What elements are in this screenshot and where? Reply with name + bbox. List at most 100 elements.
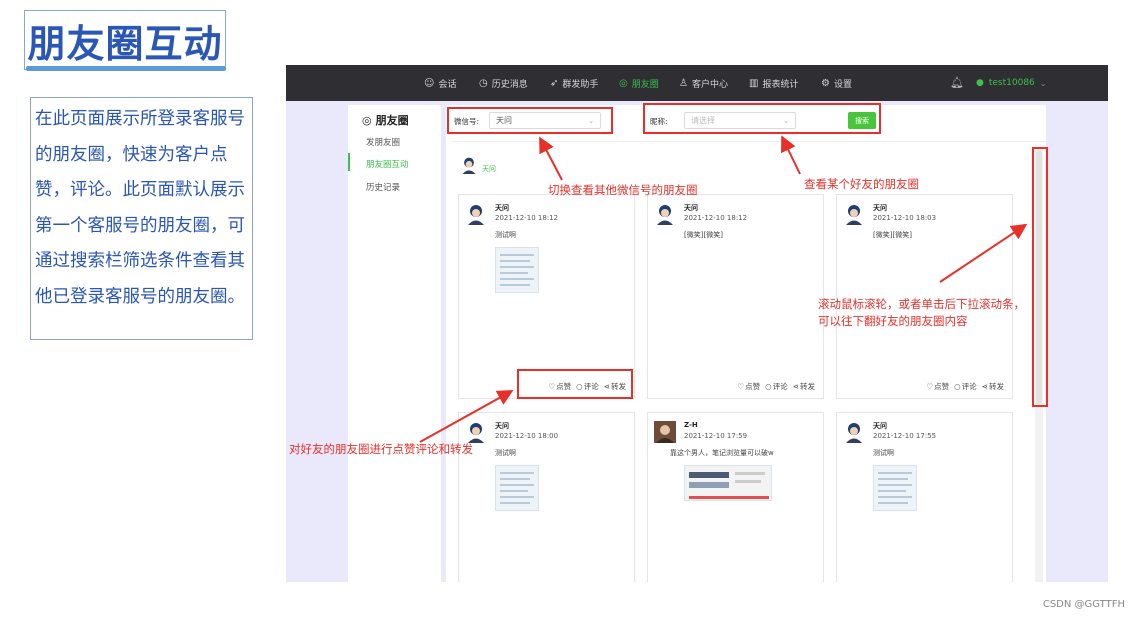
forward-button[interactable]: ⋖ 转发 bbox=[793, 381, 815, 392]
share-icon: ⋖ bbox=[981, 382, 988, 391]
nav-item-settings[interactable]: ⚙ 设置 bbox=[821, 65, 852, 101]
nav-item-customers[interactable]: ♙ 客户中心 bbox=[679, 65, 728, 101]
gear-icon: ⚙ bbox=[821, 77, 830, 89]
slide-description: 在此页面展示所登录客服号的朋友圈，快速为客户点赞，评论。此页面默认展示第一个客服… bbox=[30, 97, 253, 340]
nav-label: 会话 bbox=[438, 79, 457, 90]
annotation-box-nickname bbox=[643, 103, 881, 134]
avatar bbox=[460, 156, 478, 174]
annotation-switch-wechat: 切换查看其他微信号的朋友圈 bbox=[548, 183, 698, 197]
annotation-box-scrollbar bbox=[1032, 147, 1048, 407]
post-card: Z-H 2021-12-10 17:59 靠这个男人，笔记浏览量可以破w bbox=[647, 412, 824, 582]
comment-label: 评论 bbox=[961, 382, 977, 391]
avatar bbox=[846, 423, 862, 443]
annotation-box-wechat bbox=[447, 107, 613, 134]
post-author: 天问 bbox=[873, 422, 887, 430]
share-icon: ⋖ bbox=[792, 382, 799, 391]
sidebar: ◎ 朋友圈 发朋友圈 朋友圈互动 历史记录 bbox=[348, 105, 441, 582]
post-card: 天问 2021-12-10 18:12 [微笑][微笑] ♡ 点赞 ○ 评论 ⋖ 转发 bbox=[647, 194, 824, 399]
heart-icon: ♡ bbox=[737, 382, 745, 391]
post-time: 2021-12-10 17:59 bbox=[684, 432, 748, 440]
sidebar-title: ◎ 朋友圈 bbox=[362, 112, 409, 128]
forward-label: 转发 bbox=[989, 382, 1004, 391]
sidebar-active-indicator bbox=[348, 153, 350, 171]
comment-label: 评论 bbox=[772, 382, 788, 391]
post-text: [微笑][微笑] bbox=[684, 231, 723, 239]
annotation-scroll-2: 可以往下翻好友的朋友圈内容 bbox=[818, 314, 968, 328]
annotation-interact: 对好友的朋友圈进行点赞评论和转发 bbox=[289, 442, 473, 456]
title-underline bbox=[26, 66, 226, 71]
sidebar-item-post[interactable]: 发朋友圈 bbox=[366, 136, 400, 148]
moments-icon: ◎ bbox=[619, 77, 628, 89]
top-nav: ☺ 会话 ◷ 历史消息 ➶ 群发助手 ◎ 朋友圈 ♙ 客户中心 ▥ 报表统计 ⚙… bbox=[286, 65, 1108, 101]
sidebar-item-history[interactable]: 历史记录 bbox=[366, 181, 400, 193]
nav-label: 历史消息 bbox=[491, 79, 528, 90]
like-label: 点赞 bbox=[934, 382, 950, 391]
nav-item-reports[interactable]: ▥ 报表统计 bbox=[749, 65, 798, 101]
avatar bbox=[654, 421, 676, 443]
user-name: test10086 bbox=[988, 78, 1035, 88]
moments-feed[interactable]: 天问 天问 2021-12-10 18:12 测试啊 ♡ 点赞 ○ 评论 ⋖ 转发 bbox=[452, 141, 1046, 582]
footer-credit: CSDN @GGTTFH bbox=[1042, 599, 1125, 610]
heart-icon: ♡ bbox=[926, 382, 934, 391]
like-button[interactable]: ♡ 点赞 bbox=[737, 381, 760, 392]
clock-icon: ◷ bbox=[479, 77, 488, 89]
nav-label: 朋友圈 bbox=[631, 79, 659, 90]
user-menu[interactable]: ● test10086 ⌄ bbox=[976, 65, 1046, 101]
sidebar-item-interact[interactable]: 朋友圈互动 bbox=[366, 158, 409, 170]
forward-label: 转发 bbox=[800, 382, 815, 391]
annotation-view-friend: 查看某个好友的朋友圈 bbox=[804, 177, 919, 191]
post-card: 天问 2021-12-10 17:55 测试啊 bbox=[836, 412, 1013, 582]
feed-owner: 天问 bbox=[460, 156, 496, 174]
post-author: 天问 bbox=[495, 422, 509, 430]
post-card: 天问 2021-12-10 18:00 测试啊 bbox=[458, 412, 635, 582]
chevron-down-icon: ⌄ bbox=[1039, 78, 1047, 88]
nav-item-history[interactable]: ◷ 历史消息 bbox=[479, 65, 528, 101]
post-time: 2021-12-10 18:12 bbox=[495, 214, 559, 222]
post-time: 2021-12-10 18:00 bbox=[495, 432, 559, 440]
like-label: 点赞 bbox=[745, 382, 761, 391]
post-actions: ♡ 点赞 ○ 评论 ⋖ 转发 bbox=[737, 381, 815, 392]
nav-label: 报表统计 bbox=[762, 79, 799, 90]
post-author: 天问 bbox=[873, 204, 887, 212]
like-button[interactable]: ♡ 点赞 bbox=[926, 381, 949, 392]
user-icon: ♙ bbox=[679, 77, 688, 89]
chat-icon: ☺ bbox=[424, 77, 435, 89]
nav-item-broadcast[interactable]: ➶ 群发助手 bbox=[550, 65, 598, 101]
post-author: Z-H bbox=[684, 421, 698, 429]
post-actions: ♡ 点赞 ○ 评论 ⋖ 转发 bbox=[926, 381, 1004, 392]
post-image[interactable] bbox=[495, 247, 539, 293]
post-author: 天问 bbox=[684, 204, 698, 212]
comment-icon: ○ bbox=[954, 382, 961, 391]
moments-icon: ◎ bbox=[362, 113, 372, 127]
comment-button[interactable]: ○ 评论 bbox=[954, 381, 977, 392]
post-time: 2021-12-10 18:03 bbox=[873, 214, 937, 222]
post-text: [微笑][微笑] bbox=[873, 231, 912, 239]
post-image[interactable] bbox=[684, 465, 772, 501]
post-time: 2021-12-10 18:12 bbox=[684, 214, 748, 222]
chart-icon: ▥ bbox=[749, 77, 759, 89]
post-text: 测试啊 bbox=[495, 231, 516, 239]
post-image[interactable] bbox=[495, 465, 539, 511]
comment-icon: ○ bbox=[765, 382, 772, 391]
slide-title: 朋友圈互动 bbox=[24, 10, 226, 70]
feed-owner-name: 天问 bbox=[482, 165, 496, 173]
annotation-scroll-1: 滚动鼠标滚轮，或者单击后下拉滚动条， bbox=[818, 297, 1025, 311]
app-window: ☺ 会话 ◷ 历史消息 ➶ 群发助手 ◎ 朋友圈 ♙ 客户中心 ▥ 报表统计 ⚙… bbox=[286, 65, 1108, 582]
forward-button[interactable]: ⋖ 转发 bbox=[982, 381, 1004, 392]
nav-item-chat[interactable]: ☺ 会话 bbox=[424, 65, 456, 101]
post-text: 测试啊 bbox=[873, 449, 894, 457]
post-text: 靠这个男人，笔记浏览量可以破w bbox=[670, 449, 774, 457]
nav-label: 客户中心 bbox=[691, 79, 728, 90]
avatar bbox=[657, 205, 673, 225]
post-image[interactable] bbox=[873, 465, 917, 511]
post-text: 测试啊 bbox=[495, 449, 516, 457]
post-author: 天问 bbox=[495, 204, 509, 212]
main-content: 微信号: 天问 ⌄ 昵称: 请选择 ⌄ 搜索 天问 天问 2021-12-10 … bbox=[446, 105, 1046, 582]
user-icon: ● bbox=[976, 78, 984, 88]
nav-item-moments[interactable]: ◎ 朋友圈 bbox=[619, 65, 659, 101]
post-time: 2021-12-10 17:55 bbox=[873, 432, 937, 440]
send-icon: ➶ bbox=[550, 77, 559, 89]
bell-icon[interactable]: 🔔︎ bbox=[950, 76, 964, 89]
annotation-box-actions bbox=[517, 369, 633, 399]
comment-button[interactable]: ○ 评论 bbox=[765, 381, 788, 392]
